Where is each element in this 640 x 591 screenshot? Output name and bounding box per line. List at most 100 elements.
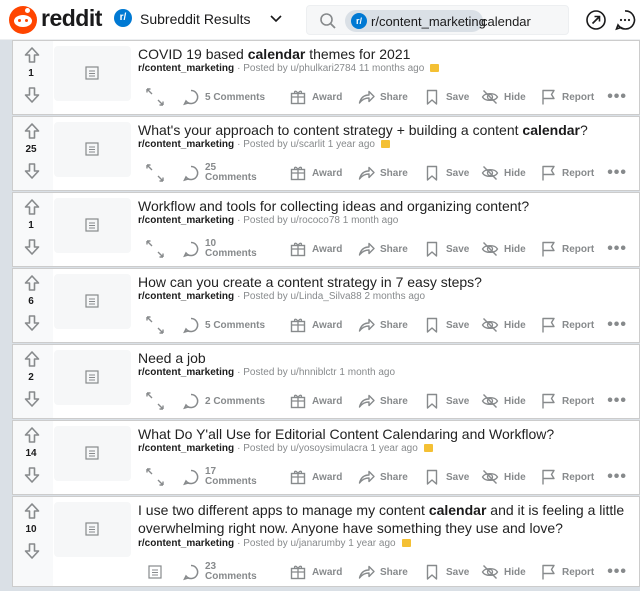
subreddit-link[interactable]: r/content_marketing	[138, 63, 234, 74]
share-button[interactable]: Share	[357, 466, 408, 488]
report-button[interactable]: Report	[539, 86, 594, 108]
subreddit-link[interactable]: r/content_marketing	[138, 367, 234, 378]
post-title[interactable]: Need a job	[138, 349, 633, 367]
downvote-icon[interactable]	[22, 161, 42, 181]
comments-button[interactable]: 23 Comments	[182, 561, 257, 583]
hide-button[interactable]: Hide	[481, 238, 526, 260]
post-thumbnail[interactable]	[54, 426, 131, 481]
hide-button[interactable]: Hide	[481, 314, 526, 336]
more-options-icon[interactable]: •••	[607, 164, 627, 182]
share-button[interactable]: Share	[357, 86, 408, 108]
award-button[interactable]: Award	[289, 238, 342, 260]
chat-icon[interactable]	[614, 9, 636, 31]
search-scope-chip[interactable]: r/ r/content_marketing	[345, 10, 486, 32]
share-button[interactable]: Share	[357, 162, 408, 184]
comments-button[interactable]: 5 Comments	[182, 86, 265, 108]
comments-button[interactable]: 17 Comments	[182, 466, 257, 488]
report-button[interactable]: Report	[539, 466, 594, 488]
downvote-icon[interactable]	[22, 313, 42, 333]
post-card[interactable]: 25 What's your approach to content strate…	[12, 116, 640, 191]
upvote-icon[interactable]	[22, 349, 42, 369]
more-options-icon[interactable]: •••	[607, 392, 627, 410]
report-button[interactable]: Report	[539, 238, 594, 260]
post-card[interactable]: 2 Need a job r/content_marketing · Posted b…	[12, 344, 640, 419]
award-button[interactable]: Award	[289, 561, 342, 583]
post-card[interactable]: 1 COVID 19 based calendar themes for 2021…	[12, 40, 640, 115]
post-title[interactable]: I use two different apps to manage my co…	[138, 501, 633, 537]
comments-button[interactable]: 25 Comments	[182, 162, 257, 184]
post-card[interactable]: 14 What Do Y'all Use for Editorial Conten…	[12, 420, 640, 495]
post-title[interactable]: How can you create a content strategy in…	[138, 273, 633, 291]
expand-icon[interactable]	[144, 162, 166, 184]
upvote-icon[interactable]	[22, 425, 42, 445]
subreddit-link[interactable]: r/content_marketing	[138, 139, 234, 150]
post-title[interactable]: What's your approach to content strategy…	[138, 121, 633, 139]
post-thumbnail[interactable]	[54, 46, 131, 101]
comments-button[interactable]: 2 Comments	[182, 390, 265, 412]
post-thumbnail[interactable]	[54, 274, 131, 329]
comments-button[interactable]: 10 Comments	[182, 238, 257, 260]
subreddit-link[interactable]: r/content_marketing	[138, 291, 234, 302]
hide-button[interactable]: Hide	[481, 86, 526, 108]
post-thumbnail[interactable]	[54, 122, 131, 177]
post-card[interactable]: 10 I use two different apps to manage my …	[12, 496, 640, 587]
report-button[interactable]: Report	[539, 162, 594, 184]
report-button[interactable]: Report	[539, 314, 594, 336]
popular-arrow-icon[interactable]	[585, 9, 607, 31]
award-button[interactable]: Award	[289, 86, 342, 108]
post-title[interactable]: Workflow and tools for collecting ideas …	[138, 197, 633, 215]
hide-button[interactable]: Hide	[481, 561, 526, 583]
save-button[interactable]: Save	[423, 162, 469, 184]
upvote-icon[interactable]	[22, 45, 42, 65]
more-options-icon[interactable]: •••	[607, 563, 627, 581]
downvote-icon[interactable]	[22, 541, 42, 561]
share-button[interactable]: Share	[357, 238, 408, 260]
expand-icon[interactable]	[144, 390, 166, 412]
save-button[interactable]: Save	[423, 561, 469, 583]
subreddit-link[interactable]: r/content_marketing	[138, 443, 234, 454]
downvote-icon[interactable]	[22, 237, 42, 257]
share-button[interactable]: Share	[357, 314, 408, 336]
subreddit-link[interactable]: r/content_marketing	[138, 215, 234, 226]
hide-button[interactable]: Hide	[481, 390, 526, 412]
post-thumbnail[interactable]	[54, 502, 131, 557]
save-button[interactable]: Save	[423, 466, 469, 488]
chevron-down-icon[interactable]	[268, 10, 284, 26]
search-input[interactable]	[481, 11, 565, 31]
hide-button[interactable]: Hide	[481, 162, 526, 184]
upvote-icon[interactable]	[22, 121, 42, 141]
reddit-logo-icon[interactable]	[9, 6, 37, 34]
upvote-icon[interactable]	[22, 501, 42, 521]
downvote-icon[interactable]	[22, 389, 42, 409]
hide-button[interactable]: Hide	[481, 466, 526, 488]
award-button[interactable]: Award	[289, 162, 342, 184]
more-options-icon[interactable]: •••	[607, 240, 627, 258]
post-thumbnail[interactable]	[54, 198, 131, 253]
post-title[interactable]: What Do Y'all Use for Editorial Content …	[138, 425, 633, 443]
upvote-icon[interactable]	[22, 273, 42, 293]
expand-icon[interactable]	[144, 466, 166, 488]
post-title[interactable]: COVID 19 based calendar themes for 2021	[138, 45, 633, 63]
downvote-icon[interactable]	[22, 465, 42, 485]
upvote-icon[interactable]	[22, 197, 42, 217]
save-button[interactable]: Save	[423, 86, 469, 108]
post-card[interactable]: 6 How can you create a content strategy i…	[12, 268, 640, 343]
reddit-wordmark[interactable]: reddit	[41, 5, 102, 32]
comments-button[interactable]: 5 Comments	[182, 314, 265, 336]
post-card[interactable]: 1 Workflow and tools for collecting ideas…	[12, 192, 640, 267]
expand-icon[interactable]	[144, 86, 166, 108]
downvote-icon[interactable]	[22, 85, 42, 105]
report-button[interactable]: Report	[539, 390, 594, 412]
more-options-icon[interactable]: •••	[607, 88, 627, 106]
save-button[interactable]: Save	[423, 390, 469, 412]
subreddit-link[interactable]: r/content_marketing	[138, 538, 234, 549]
award-button[interactable]: Award	[289, 390, 342, 412]
award-button[interactable]: Award	[289, 314, 342, 336]
report-button[interactable]: Report	[539, 561, 594, 583]
save-button[interactable]: Save	[423, 314, 469, 336]
save-button[interactable]: Save	[423, 238, 469, 260]
share-button[interactable]: Share	[357, 390, 408, 412]
award-button[interactable]: Award	[289, 466, 342, 488]
more-options-icon[interactable]: •••	[607, 468, 627, 486]
text-post-icon[interactable]	[147, 564, 163, 580]
